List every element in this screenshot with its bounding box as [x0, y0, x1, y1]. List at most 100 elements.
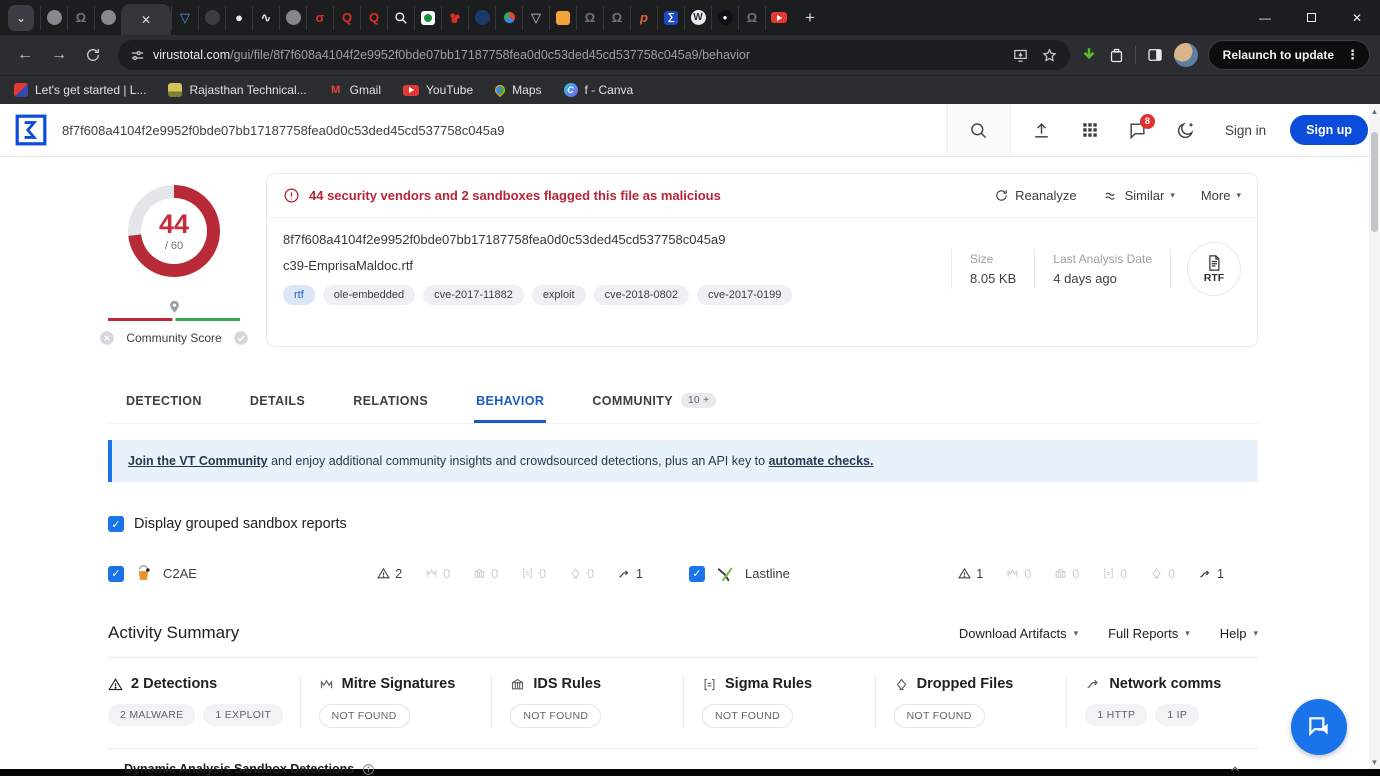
pinned-tab-github[interactable]: Ω	[738, 6, 765, 30]
tab-detection[interactable]: DETECTION	[124, 383, 204, 423]
new-tab-button[interactable]: +	[796, 4, 824, 32]
file-hash[interactable]: 8f7f608a4104f2e9952f0bde07bb17187758fea0…	[283, 232, 951, 247]
tab-community[interactable]: COMMUNITY10 +	[590, 383, 718, 423]
dynamic-analysis-section-header[interactable]: Dynamic Analysis Sandbox Detections	[108, 748, 1258, 776]
scroll-down-arrow[interactable]: ▼	[1369, 755, 1380, 769]
profile-avatar[interactable]	[1174, 43, 1198, 67]
pinned-tab-virustotal[interactable]: ∑	[657, 6, 684, 30]
sign-up-button[interactable]: Sign up	[1290, 115, 1368, 145]
chevron-up-icon[interactable]	[1228, 762, 1242, 776]
pinned-tab-paw[interactable]	[441, 6, 468, 30]
info-icon[interactable]	[362, 763, 375, 776]
pinned-tab-youtube[interactable]	[765, 6, 792, 30]
bookmark-rajasthan[interactable]: Rajasthan Technical...	[168, 83, 306, 97]
tag-cve-2017-0199[interactable]: cve-2017-0199	[697, 285, 792, 305]
vote-harmless-icon[interactable]	[232, 329, 250, 347]
more-button[interactable]: More▾	[1201, 188, 1241, 203]
install-icon[interactable]	[1012, 47, 1029, 64]
tab-behavior[interactable]: BEHAVIOR	[474, 383, 546, 423]
download-update-icon[interactable]	[1080, 46, 1098, 64]
pinned-tab-quora[interactable]: Q	[333, 6, 360, 30]
browser-menu-icon[interactable]: ⋮	[1342, 47, 1363, 63]
pinned-tab-globe[interactable]	[468, 6, 495, 30]
virustotal-logo[interactable]	[14, 113, 48, 147]
exploit-badge[interactable]: 1 EXPLOIT	[203, 704, 283, 726]
pinned-tab-shield[interactable]: ▽	[171, 6, 198, 30]
bookmark-canva[interactable]: Cf - Canva	[564, 83, 634, 97]
automate-checks-link[interactable]: automate checks.	[769, 454, 874, 468]
chat-fab-button[interactable]	[1291, 699, 1347, 755]
pinned-tab-github[interactable]: Ω	[67, 6, 94, 30]
minimize-button[interactable]: —	[1242, 0, 1288, 35]
page-scrollbar[interactable]: ▲ ▼	[1369, 104, 1380, 769]
pinned-tab-quora[interactable]: Q	[360, 6, 387, 30]
pinned-tab-github[interactable]: Ω	[576, 6, 603, 30]
tab-details[interactable]: DETAILS	[248, 383, 307, 423]
pinned-tab-signature[interactable]: ∿	[252, 6, 279, 30]
file-name[interactable]: c39-EmprisaMaldoc.rtf	[283, 258, 951, 273]
pinned-tab-browser[interactable]	[40, 6, 67, 30]
pinned-tab-github-cat[interactable]: ●	[711, 6, 738, 30]
bookmark-star-icon[interactable]	[1041, 47, 1058, 64]
reanalyze-button[interactable]: Reanalyze	[994, 188, 1076, 203]
sandbox-name[interactable]: Lastline	[745, 566, 790, 581]
forward-button[interactable]: →	[44, 40, 74, 70]
help-button[interactable]: Help▾	[1220, 626, 1258, 641]
join-community-link[interactable]: Join the VT Community	[128, 454, 268, 468]
sandbox-name[interactable]: C2AE	[163, 566, 197, 581]
tag-exploit[interactable]: exploit	[532, 285, 586, 305]
apps-grid-icon[interactable]	[1073, 113, 1107, 147]
lastline-checkbox[interactable]: ✓	[689, 566, 705, 582]
extensions-icon[interactable]	[1108, 47, 1125, 64]
pinned-tab-feather[interactable]: p	[630, 6, 657, 30]
pinned-tab-wordpress[interactable]: W	[684, 6, 711, 30]
c2ae-checkbox[interactable]: ✓	[108, 566, 124, 582]
maximize-button[interactable]	[1288, 0, 1334, 35]
reload-button[interactable]	[78, 40, 108, 70]
scrollbar-thumb[interactable]	[1371, 132, 1378, 232]
dark-mode-icon[interactable]	[1169, 113, 1203, 147]
http-badge[interactable]: 1 HTTP	[1085, 704, 1147, 726]
tab-search-button[interactable]: ⌄	[8, 5, 34, 31]
bookmark-youtube[interactable]: YouTube	[403, 83, 473, 97]
pinned-tab-webstore[interactable]	[414, 6, 441, 30]
malware-badge[interactable]: 2 MALWARE	[108, 704, 195, 726]
site-controls-icon[interactable]	[130, 48, 145, 63]
similar-button[interactable]: Similar▾	[1103, 188, 1175, 204]
tag-rtf[interactable]: rtf	[283, 285, 315, 305]
pinned-tab[interactable]	[198, 6, 225, 30]
feedback-icon[interactable]: 8	[1121, 113, 1155, 147]
active-tab[interactable]: ✕	[121, 4, 171, 35]
pinned-tab-github[interactable]: Ω	[603, 6, 630, 30]
close-tab-icon[interactable]: ✕	[141, 13, 151, 27]
pinned-tab-shield[interactable]: ▽	[522, 6, 549, 30]
pinned-tab-browser[interactable]	[94, 6, 121, 30]
bookmark-gmail[interactable]: MGmail	[329, 83, 381, 97]
vote-malicious-icon[interactable]	[98, 329, 116, 347]
download-artifacts-button[interactable]: Download Artifacts▾	[959, 626, 1078, 641]
pinned-tab-folder[interactable]	[549, 6, 576, 30]
pinned-tab-chrome[interactable]	[495, 6, 522, 30]
tag-cve-2017-11882[interactable]: cve-2017-11882	[423, 285, 524, 305]
bookmark-maps[interactable]: Maps	[495, 83, 541, 97]
tab-relations[interactable]: RELATIONS	[351, 383, 430, 423]
sign-in-link[interactable]: Sign in	[1225, 123, 1266, 138]
upload-icon[interactable]	[1025, 113, 1059, 147]
ip-badge[interactable]: 1 IP	[1155, 704, 1199, 726]
side-panel-icon[interactable]	[1146, 46, 1164, 64]
address-bar[interactable]: virustotal.com/gui/file/8f7f608a4104f2e9…	[118, 40, 1070, 70]
vt-search-input[interactable]	[62, 123, 933, 138]
bookmark-lets-get-started[interactable]: Let's get started | L...	[14, 83, 146, 97]
relaunch-button[interactable]: Relaunch to update⋮	[1208, 40, 1370, 70]
grouped-reports-checkbox[interactable]: ✓	[108, 516, 124, 532]
vt-search-button[interactable]	[947, 104, 1011, 156]
full-reports-button[interactable]: Full Reports▾	[1108, 626, 1190, 641]
pinned-tab-sigma[interactable]: σ	[306, 6, 333, 30]
back-button[interactable]: ←	[10, 40, 40, 70]
close-button[interactable]: ✕	[1334, 0, 1380, 35]
pinned-tab-browser[interactable]	[279, 6, 306, 30]
scroll-up-arrow[interactable]: ▲	[1369, 104, 1380, 118]
tag-cve-2018-0802[interactable]: cve-2018-0802	[594, 285, 689, 305]
pinned-tab-recorder[interactable]: ●	[225, 6, 252, 30]
pinned-tab-search[interactable]	[387, 6, 414, 30]
